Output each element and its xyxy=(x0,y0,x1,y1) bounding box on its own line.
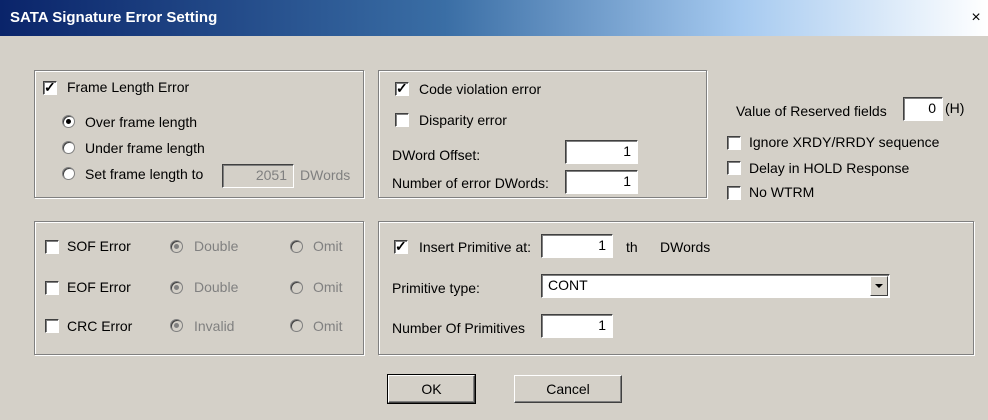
reserved-fields-input[interactable]: 0 xyxy=(903,97,943,121)
crc-invalid-radio[interactable] xyxy=(170,319,183,332)
frame-length-error-checkbox[interactable]: ✓ xyxy=(43,79,57,95)
delay-hold-checkbox[interactable] xyxy=(727,161,741,175)
frame-length-input[interactable]: 2051 xyxy=(222,164,294,188)
eof-double-label: Double xyxy=(194,279,239,295)
eof-double-radio[interactable] xyxy=(170,281,183,294)
dialog-window: SATA Signature Error Setting × ✓ Frame L… xyxy=(0,0,988,420)
crc-omit-radio[interactable] xyxy=(290,319,303,332)
cancel-button[interactable]: Cancel xyxy=(514,375,622,403)
num-primitives-label: Number Of Primitives xyxy=(392,320,526,336)
crc-error-label: CRC Error xyxy=(67,318,133,334)
crc-invalid-label: Invalid xyxy=(194,318,235,334)
over-frame-length-radio[interactable] xyxy=(62,115,75,128)
insert-primitive-checkbox[interactable]: ✓ xyxy=(394,238,408,254)
primitive-type-select[interactable]: CONT xyxy=(541,274,890,298)
ignore-xrdy-checkbox[interactable] xyxy=(727,136,741,150)
reserved-fields-label: Value of Reserved fields xyxy=(736,103,887,119)
check-mark-icon: ✓ xyxy=(395,238,407,254)
dword-offset-input[interactable]: 1 xyxy=(565,140,638,164)
reserved-fields-unit: (H) xyxy=(945,100,965,116)
disparity-error-checkbox[interactable] xyxy=(395,113,409,127)
eof-error-label: EOF Error xyxy=(67,279,131,295)
under-frame-length-label: Under frame length xyxy=(85,140,205,156)
insert-dwords-label: DWords xyxy=(660,239,711,255)
sof-omit-radio[interactable] xyxy=(290,240,303,253)
insert-primitive-label: Insert Primitive at: xyxy=(419,239,532,255)
sof-error-checkbox[interactable] xyxy=(45,240,59,254)
eof-error-checkbox[interactable] xyxy=(45,281,59,295)
under-frame-length-radio[interactable] xyxy=(62,141,75,154)
delay-hold-label: Delay in HOLD Response xyxy=(749,160,910,176)
insert-th-label: th xyxy=(626,239,638,255)
eof-omit-radio[interactable] xyxy=(290,281,303,294)
primitive-type-value: CONT xyxy=(548,277,588,293)
window-title: SATA Signature Error Setting xyxy=(10,9,218,26)
sof-double-label: Double xyxy=(194,238,239,254)
no-wtrm-checkbox[interactable] xyxy=(727,186,741,200)
num-error-dwords-input[interactable]: 1 xyxy=(565,170,638,194)
sof-error-label: SOF Error xyxy=(67,238,131,254)
sof-double-radio[interactable] xyxy=(170,240,183,253)
title-bar[interactable]: SATA Signature Error Setting × xyxy=(0,0,988,36)
insert-primitive-input[interactable]: 1 xyxy=(541,234,613,258)
code-violation-checkbox[interactable]: ✓ xyxy=(395,80,409,96)
no-wtrm-label: No WTRM xyxy=(749,184,815,200)
check-mark-icon: ✓ xyxy=(396,80,408,96)
crc-error-checkbox[interactable] xyxy=(45,319,59,333)
disparity-error-label: Disparity error xyxy=(419,112,507,128)
close-icon[interactable]: × xyxy=(966,10,986,28)
sof-omit-label: Omit xyxy=(313,238,343,254)
eof-omit-label: Omit xyxy=(313,279,343,295)
frame-length-unit: DWords xyxy=(300,167,351,183)
ok-button[interactable]: OK xyxy=(387,374,476,404)
crc-omit-label: Omit xyxy=(313,318,343,334)
set-frame-length-label: Set frame length to xyxy=(85,166,204,182)
check-mark-icon: ✓ xyxy=(44,79,56,95)
num-error-dwords-label: Number of error DWords: xyxy=(392,175,549,191)
primitive-type-label: Primitive type: xyxy=(392,280,480,296)
over-frame-length-label: Over frame length xyxy=(85,114,198,130)
num-primitives-input[interactable]: 1 xyxy=(541,314,613,338)
dword-offset-label: DWord Offset: xyxy=(392,147,481,163)
code-violation-label: Code violation error xyxy=(419,81,542,97)
frame-length-error-label: Frame Length Error xyxy=(67,79,190,95)
set-frame-length-radio[interactable] xyxy=(62,167,75,180)
ignore-xrdy-label: Ignore XRDY/RRDY sequence xyxy=(749,134,940,150)
chevron-down-icon[interactable] xyxy=(870,276,888,296)
